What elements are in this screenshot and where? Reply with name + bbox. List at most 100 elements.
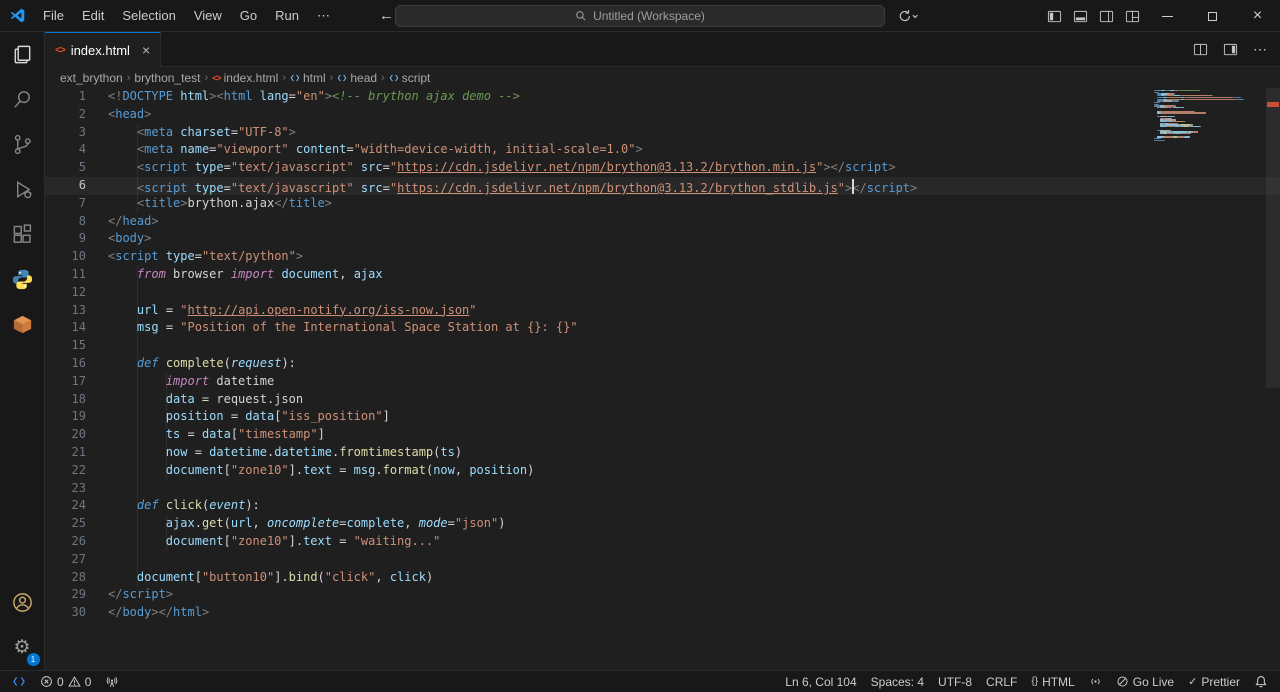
sync-icon[interactable] [898,9,919,23]
maximize-button[interactable] [1190,0,1235,32]
tab-index-html[interactable]: <> index.html × [45,32,162,67]
scrollbar-thumb[interactable] [1266,88,1280,388]
search-sidebar-icon[interactable] [0,77,45,122]
minimize-button[interactable] [1145,0,1190,32]
code-line-21[interactable]: 21 now = datetime.datetime.fromtimestamp… [45,444,1280,462]
broadcast-indicator[interactable] [1083,671,1108,692]
code-line-13[interactable]: 13 url = "http://api.open-notify.org/iss… [45,302,1280,320]
toggle-secondary-sidebar-icon[interactable] [1093,0,1119,32]
code-line-30[interactable]: 30 </body></html> [45,604,1280,622]
menu-overflow[interactable]: ⋯ [308,0,339,32]
line-content: <body> [108,231,152,246]
code-line-29[interactable]: 29 </script> [45,586,1280,604]
code-line-19[interactable]: 19 position = data["iss_position"] [45,408,1280,426]
code-line-14[interactable]: 14 msg = "Position of the International … [45,319,1280,337]
html-file-icon: <> [55,44,66,56]
code-line-3[interactable]: 3 <meta charset="UTF-8"> [45,124,1280,142]
encoding[interactable]: UTF-8 [932,671,978,692]
breadcrumb-folder[interactable]: ext_brython [60,71,123,85]
breadcrumb-separator: › [204,71,209,84]
close-button[interactable]: × [1235,0,1280,32]
run-debug-icon[interactable] [0,167,45,212]
line-number: 9 [78,231,86,246]
code-line-15[interactable]: 15 [45,337,1280,355]
breadcrumb-symbol-head[interactable]: head [337,71,377,85]
line-content: url = "http://api.open-notify.org/iss-no… [136,302,477,317]
code-line-10[interactable]: 10 <script type="text/python"> [45,248,1280,266]
code-line-23[interactable]: 23 [45,480,1280,498]
tab-close-icon[interactable]: × [142,42,150,58]
line-number: 14 [71,320,86,335]
customize-layout-icon[interactable] [1119,0,1145,32]
remote-indicator[interactable] [6,671,32,692]
line-number: 8 [78,213,86,228]
menu-go[interactable]: Go [231,0,266,32]
code-line-11[interactable]: 11 from browser import document, ajax [45,266,1280,284]
toggle-sidebar-icon[interactable] [1041,0,1067,32]
code-line-1[interactable]: 1 <!DOCTYPE html><html lang="en"><!-- bry… [45,88,1280,106]
open-layout-icon[interactable] [1218,37,1242,61]
line-number: 29 [71,587,86,602]
cursor-position[interactable]: Ln 6, Col 104 [779,671,862,692]
eol-sequence[interactable]: CRLF [980,671,1023,692]
go-back-icon[interactable]: ← [379,7,394,24]
menu-view[interactable]: View [185,0,231,32]
problems-indicator[interactable]: 0 0 [34,671,97,692]
line-content: <meta name="viewport" content="width=dev… [136,142,643,157]
menu-edit[interactable]: Edit [73,0,113,32]
extensions-icon[interactable] [0,212,45,257]
code-line-22[interactable]: 22 document["zone10"].text = msg.format(… [45,462,1280,480]
breadcrumb-file[interactable]: <> index.html [212,71,278,85]
language-mode[interactable]: {} HTML [1025,671,1080,692]
vscode-logo [0,7,34,24]
line-content: <meta charset="UTF-8"> [136,124,296,139]
indentation[interactable]: Spaces: 4 [865,671,930,692]
toggle-panel-icon[interactable] [1067,0,1093,32]
code-line-25[interactable]: 25 ajax.get(url, oncomplete=complete, mo… [45,515,1280,533]
code-line-17[interactable]: 17 import datetime [45,373,1280,391]
settings-badge: 1 [26,653,40,666]
split-editor-icon[interactable] [1188,37,1212,61]
menu-bar: File Edit Selection View Go Run ⋯ [34,0,339,32]
line-content: now = datetime.datetime.fromtimestamp(ts… [165,444,463,459]
notifications[interactable] [1248,671,1274,692]
overview-ruler[interactable] [1266,88,1280,670]
code-line-24[interactable]: 24 def click(event): [45,497,1280,515]
more-actions-icon[interactable]: ⋯ [1248,37,1272,61]
code-line-5[interactable]: 5 <script type="text/javascript" src="ht… [45,159,1280,177]
menu-selection[interactable]: Selection [113,0,184,32]
code-line-27[interactable]: 27 [45,551,1280,569]
breadcrumb-symbol-script[interactable]: script [389,71,430,85]
command-center[interactable]: Untitled (Workspace) [395,5,885,27]
breadcrumb-folder[interactable]: brython_test [134,71,200,85]
live-server-port[interactable] [99,671,125,692]
code-line-6[interactable]: 6 <script type="text/javascript" src="ht… [45,176,1280,195]
line-content: <head> [108,106,152,121]
go-live[interactable]: Go Live [1110,671,1180,692]
line-number: 4 [78,142,86,157]
code-line-8[interactable]: 8 </head> [45,213,1280,231]
code-line-28[interactable]: 28 document["button10"].bind("click", cl… [45,569,1280,587]
menu-run[interactable]: Run [266,0,308,32]
minimap[interactable] [1154,90,1266,142]
explorer-icon[interactable] [0,32,45,77]
code-editor[interactable]: 1 <!DOCTYPE html><html lang="en"><!-- bry… [45,88,1280,670]
manage-gear-icon[interactable]: ⚙ 1 [0,625,45,670]
account-icon[interactable] [0,580,45,625]
breadcrumb-symbol-html[interactable]: html [290,71,326,85]
python-extension-icon[interactable] [0,257,45,302]
source-control-icon[interactable] [0,122,45,167]
code-line-7[interactable]: 7 <title>brython.ajax</title> [45,195,1280,213]
menu-file[interactable]: File [34,0,73,32]
code-line-26[interactable]: 26 document["zone10"].text = "waiting...… [45,533,1280,551]
html-file-icon: <> [212,72,221,83]
prettier[interactable]: ✓ Prettier [1182,671,1246,692]
code-line-12[interactable]: 12 [45,284,1280,302]
container-extension-icon[interactable] [0,302,45,347]
code-line-9[interactable]: 9 <body> [45,230,1280,248]
code-line-20[interactable]: 20 ts = data["timestamp"] [45,426,1280,444]
code-line-18[interactable]: 18 data = request.json [45,391,1280,409]
code-line-2[interactable]: 2 <head> [45,106,1280,124]
code-line-16[interactable]: 16 def complete(request): [45,355,1280,373]
code-line-4[interactable]: 4 <meta name="viewport" content="width=d… [45,141,1280,159]
